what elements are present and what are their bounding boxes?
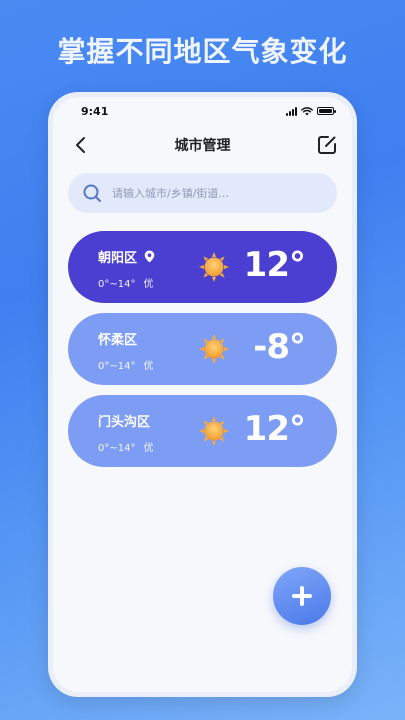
- phone-frame: 9:41 城市管理 请输入城市/乡镇/街道... 朝阳区 0°~14° 优 12…: [48, 92, 357, 697]
- temp-range: 0°~14°: [98, 361, 136, 372]
- page-title: 城市管理: [174, 138, 231, 154]
- city-range-row: 0°~14° 优: [98, 275, 153, 290]
- search-bar[interactable]: [68, 173, 337, 213]
- city-temperature: 12°: [243, 245, 306, 285]
- app-screen: 9:41 城市管理 请输入城市/乡镇/街道... 朝阳区 0°~14° 优 12…: [53, 97, 352, 692]
- city-temperature: -8°: [253, 327, 306, 367]
- city-name-row: 怀柔区: [98, 329, 137, 348]
- battery-icon: [317, 107, 336, 115]
- city-range-row: 0°~14° 优: [98, 357, 153, 372]
- plus-icon: [292, 586, 312, 606]
- city-card-huairou[interactable]: 怀柔区 0°~14° 优 -8°: [68, 313, 337, 385]
- status-icons: [286, 106, 336, 116]
- air-quality: 优: [143, 443, 154, 454]
- status-time: 9:41: [81, 104, 109, 118]
- sun-icon: [199, 416, 229, 446]
- status-bar: 9:41: [53, 97, 352, 125]
- city-range-row: 0°~14° 优: [98, 439, 153, 454]
- temp-range: 0°~14°: [98, 443, 136, 454]
- chevron-left-icon[interactable]: [71, 135, 91, 155]
- search-icon: [83, 184, 101, 202]
- city-temperature: 12°: [243, 409, 306, 449]
- air-quality: 优: [143, 279, 154, 290]
- city-list: 朝阳区 0°~14° 优 12° 怀柔区 0°~14° 优 -8° 门头沟区 0…: [68, 231, 337, 477]
- city-name-row: 门头沟区: [98, 411, 150, 430]
- sun-icon: [199, 334, 229, 364]
- sun-icon: [199, 252, 229, 282]
- air-quality: 优: [143, 361, 154, 372]
- search-input[interactable]: [112, 186, 312, 200]
- city-card-mentougou[interactable]: 门头沟区 0°~14° 优 12°: [68, 395, 337, 467]
- city-card-chaoyang[interactable]: 朝阳区 0°~14° 优 12°: [68, 231, 337, 303]
- edit-icon[interactable]: [316, 134, 338, 156]
- temp-range: 0°~14°: [98, 279, 136, 290]
- signal-icon: [286, 106, 297, 116]
- location-pin-icon: [144, 250, 155, 263]
- wifi-icon: [301, 106, 313, 115]
- city-name-row: 朝阳区: [98, 247, 155, 266]
- city-name: 朝阳区: [98, 251, 138, 266]
- promo-title: 掌握不同地区气象变化: [57, 35, 348, 68]
- city-name: 门头沟区: [98, 415, 151, 430]
- city-name: 怀柔区: [98, 333, 138, 348]
- nav-bar: 城市管理: [53, 127, 352, 163]
- add-city-button[interactable]: [273, 567, 331, 625]
